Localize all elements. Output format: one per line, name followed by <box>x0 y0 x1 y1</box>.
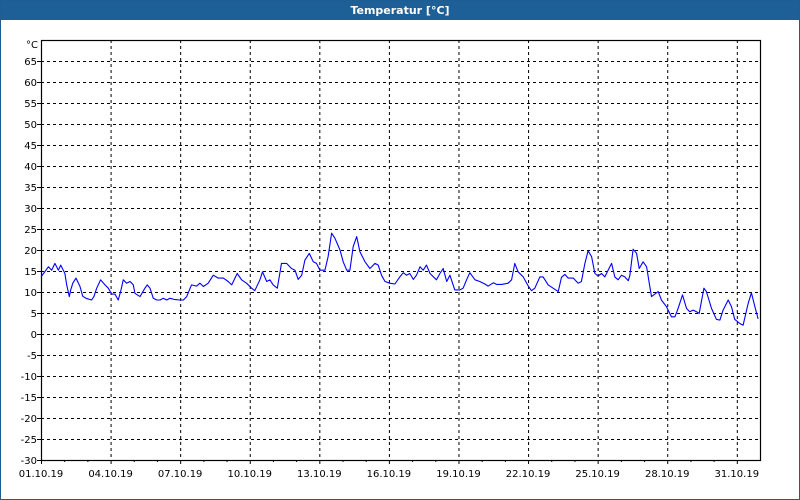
temperature-chart: 65605550454035302520151050-5-10-15-20-25… <box>19 39 762 480</box>
x-tick-label: 25.10.19 <box>575 469 620 480</box>
y-tick-label: 15 <box>24 267 37 278</box>
x-tick-label: 01.10.19 <box>19 469 64 480</box>
y-tick-label: 25 <box>24 225 37 236</box>
x-tick-label: 28.10.19 <box>645 469 690 480</box>
y-tick-label: -15 <box>21 393 37 404</box>
x-tick-label: 19.10.19 <box>436 469 481 480</box>
y-tick-label: 60 <box>24 78 37 89</box>
y-tick-label: 55 <box>24 99 37 110</box>
y-tick-label: -25 <box>21 435 37 446</box>
y-tick-label: 35 <box>24 183 37 194</box>
x-tick-label: 10.10.19 <box>227 469 272 480</box>
y-tick-label: 0 <box>31 330 37 341</box>
y-tick-label: -10 <box>21 372 37 383</box>
y-tick-label: -30 <box>21 456 37 467</box>
y-tick-label: 10 <box>24 288 37 299</box>
x-tick-label: 16.10.19 <box>367 469 412 480</box>
y-tick-label: 5 <box>31 309 37 320</box>
y-axis-unit-label: °C <box>26 40 38 51</box>
x-tick-label: 13.10.19 <box>297 469 342 480</box>
x-tick-label: 04.10.19 <box>88 469 133 480</box>
y-tick-label: 50 <box>24 120 37 131</box>
y-tick-label: 65 <box>24 57 37 68</box>
temperature-line <box>40 232 759 326</box>
x-tick-label: 22.10.19 <box>506 469 551 480</box>
y-tick-label: -5 <box>27 351 37 362</box>
x-tick-label: 31.10.19 <box>715 469 760 480</box>
y-tick-label: 20 <box>24 246 37 257</box>
x-tick-label: 07.10.19 <box>158 469 203 480</box>
y-tick-label: -20 <box>21 414 37 425</box>
y-tick-label: 45 <box>24 141 37 152</box>
y-tick-label: 40 <box>24 162 37 173</box>
y-tick-label: 30 <box>24 204 37 215</box>
